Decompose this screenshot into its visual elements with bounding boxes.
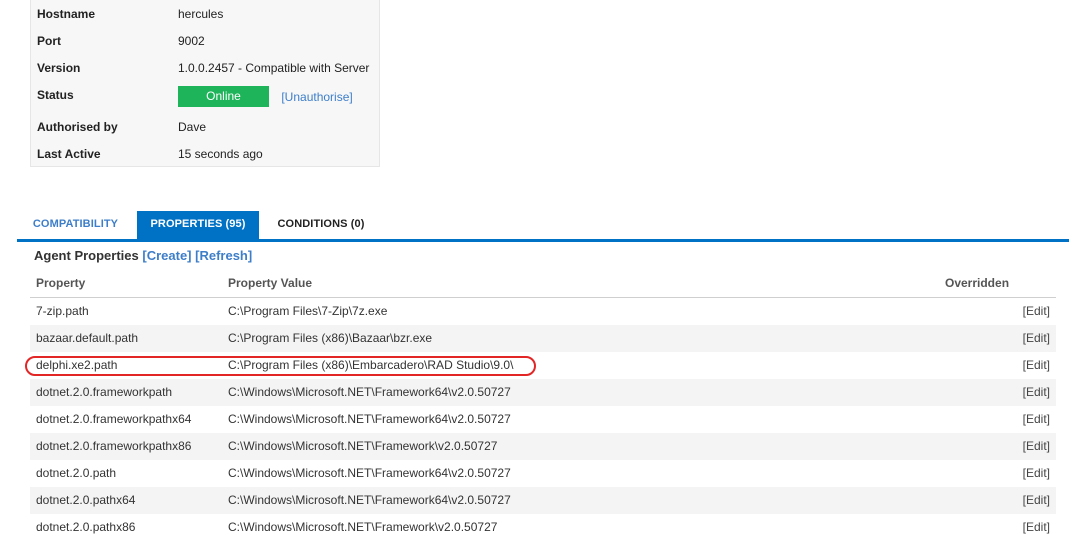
tab-bar: COMPATIBILITY PROPERTIES (95) CONDITIONS… xyxy=(17,211,1069,242)
property-name: dotnet.2.0.pathx64 xyxy=(36,493,136,507)
table-row: dotnet.2.0.frameworkpathx64 C:\Windows\M… xyxy=(30,406,1056,433)
tab-properties[interactable]: PROPERTIES (95) xyxy=(137,211,259,239)
port-value: 9002 xyxy=(178,34,205,48)
edit-link[interactable]: [Edit] xyxy=(1023,406,1050,433)
property-name: bazaar.default.path xyxy=(36,331,139,345)
edit-link[interactable]: [Edit] xyxy=(1023,460,1050,487)
properties-table: Property Property Value Overridden 7-zip… xyxy=(30,271,1056,541)
property-value: C:\Program Files (x86)\Embarcadero\RAD S… xyxy=(228,358,514,372)
property-value: C:\Windows\Microsoft.NET\Framework\v2.0.… xyxy=(228,520,498,534)
table-header: Property Property Value Overridden xyxy=(30,271,1056,298)
table-row: dotnet.2.0.path C:\Windows\Microsoft.NET… xyxy=(30,460,1056,487)
authorised-by-value: Dave xyxy=(178,120,207,134)
edit-link[interactable]: [Edit] xyxy=(1023,487,1050,514)
last-active-row: Last Active 15 seconds ago xyxy=(31,144,379,164)
create-link[interactable]: [Create] xyxy=(142,248,191,263)
table-row: dotnet.2.0.pathx64 C:\Windows\Microsoft.… xyxy=(30,487,1056,514)
property-name: 7-zip.path xyxy=(36,304,89,318)
property-value: C:\Program Files (x86)\Bazaar\bzr.exe xyxy=(228,331,433,345)
section-title-text: Agent Properties xyxy=(34,248,139,263)
property-name: delphi.xe2.path xyxy=(36,358,118,372)
version-row: Version 1.0.0.2457 - Compatible with Ser… xyxy=(31,58,379,78)
authorised-by-label: Authorised by xyxy=(37,120,118,134)
table-row: dotnet.2.0.frameworkpathx86 C:\Windows\M… xyxy=(30,433,1056,460)
property-value: C:\Windows\Microsoft.NET\Framework64\v2.… xyxy=(228,412,511,426)
hostname-label: Hostname xyxy=(37,7,96,21)
edit-link[interactable]: [Edit] xyxy=(1023,433,1050,460)
table-row: 7-zip.path C:\Program Files\7-Zip\7z.exe… xyxy=(30,298,1056,325)
refresh-link[interactable]: [Refresh] xyxy=(195,248,252,263)
status-badge: Online xyxy=(178,86,269,108)
property-name: dotnet.2.0.path xyxy=(36,466,117,480)
last-active-label: Last Active xyxy=(37,147,101,161)
table-row: dotnet.2.0.pathx86 C:\Windows\Microsoft.… xyxy=(30,514,1056,541)
tab-conditions[interactable]: CONDITIONS (0) xyxy=(269,211,373,239)
port-row: Port 9002 xyxy=(31,31,379,51)
status-label: Status xyxy=(37,88,74,102)
last-active-value: 15 seconds ago xyxy=(178,147,263,161)
property-name: dotnet.2.0.frameworkpath xyxy=(36,385,173,399)
edit-link[interactable]: [Edit] xyxy=(1023,379,1050,406)
version-label: Version xyxy=(37,61,81,75)
column-header-overridden: Overridden xyxy=(945,276,1010,290)
table-row-highlighted: delphi.xe2.path C:\Program Files (x86)\E… xyxy=(30,352,1056,379)
edit-link[interactable]: [Edit] xyxy=(1023,352,1050,379)
version-value: 1.0.0.2457 - Compatible with Server xyxy=(178,61,370,75)
property-value: C:\Program Files\7-Zip\7z.exe xyxy=(228,304,388,318)
property-value: C:\Windows\Microsoft.NET\Framework64\v2.… xyxy=(228,466,511,480)
table-row: dotnet.2.0.frameworkpath C:\Windows\Micr… xyxy=(30,379,1056,406)
status-value: Online [Unauthorise] xyxy=(178,86,353,108)
port-label: Port xyxy=(37,34,61,48)
property-value: C:\Windows\Microsoft.NET\Framework64\v2.… xyxy=(228,385,511,399)
property-name: dotnet.2.0.pathx86 xyxy=(36,520,136,534)
status-row: Status Online [Unauthorise] xyxy=(31,85,379,108)
authorised-by-row: Authorised by Dave xyxy=(31,117,379,137)
edit-link[interactable]: [Edit] xyxy=(1023,514,1050,541)
property-name: dotnet.2.0.frameworkpathx86 xyxy=(36,439,192,453)
hostname-row: Hostname hercules xyxy=(31,4,379,24)
property-name: dotnet.2.0.frameworkpathx64 xyxy=(36,412,192,426)
table-row: bazaar.default.path C:\Program Files (x8… xyxy=(30,325,1056,352)
hostname-value: hercules xyxy=(178,7,224,21)
property-value: C:\Windows\Microsoft.NET\Framework\v2.0.… xyxy=(228,439,498,453)
tab-compatibility[interactable]: COMPATIBILITY xyxy=(17,211,134,239)
agent-info-panel: Hostname hercules Port 9002 Version 1.0.… xyxy=(30,0,380,167)
column-header-value: Property Value xyxy=(228,276,313,290)
edit-link[interactable]: [Edit] xyxy=(1023,325,1050,352)
edit-link[interactable]: [Edit] xyxy=(1023,298,1050,325)
section-title: Agent Properties [Create] [Refresh] xyxy=(34,248,252,263)
property-value: C:\Windows\Microsoft.NET\Framework64\v2.… xyxy=(228,493,511,507)
column-header-property: Property xyxy=(36,276,86,290)
unauthorise-link[interactable]: [Unauthorise] xyxy=(281,90,352,104)
